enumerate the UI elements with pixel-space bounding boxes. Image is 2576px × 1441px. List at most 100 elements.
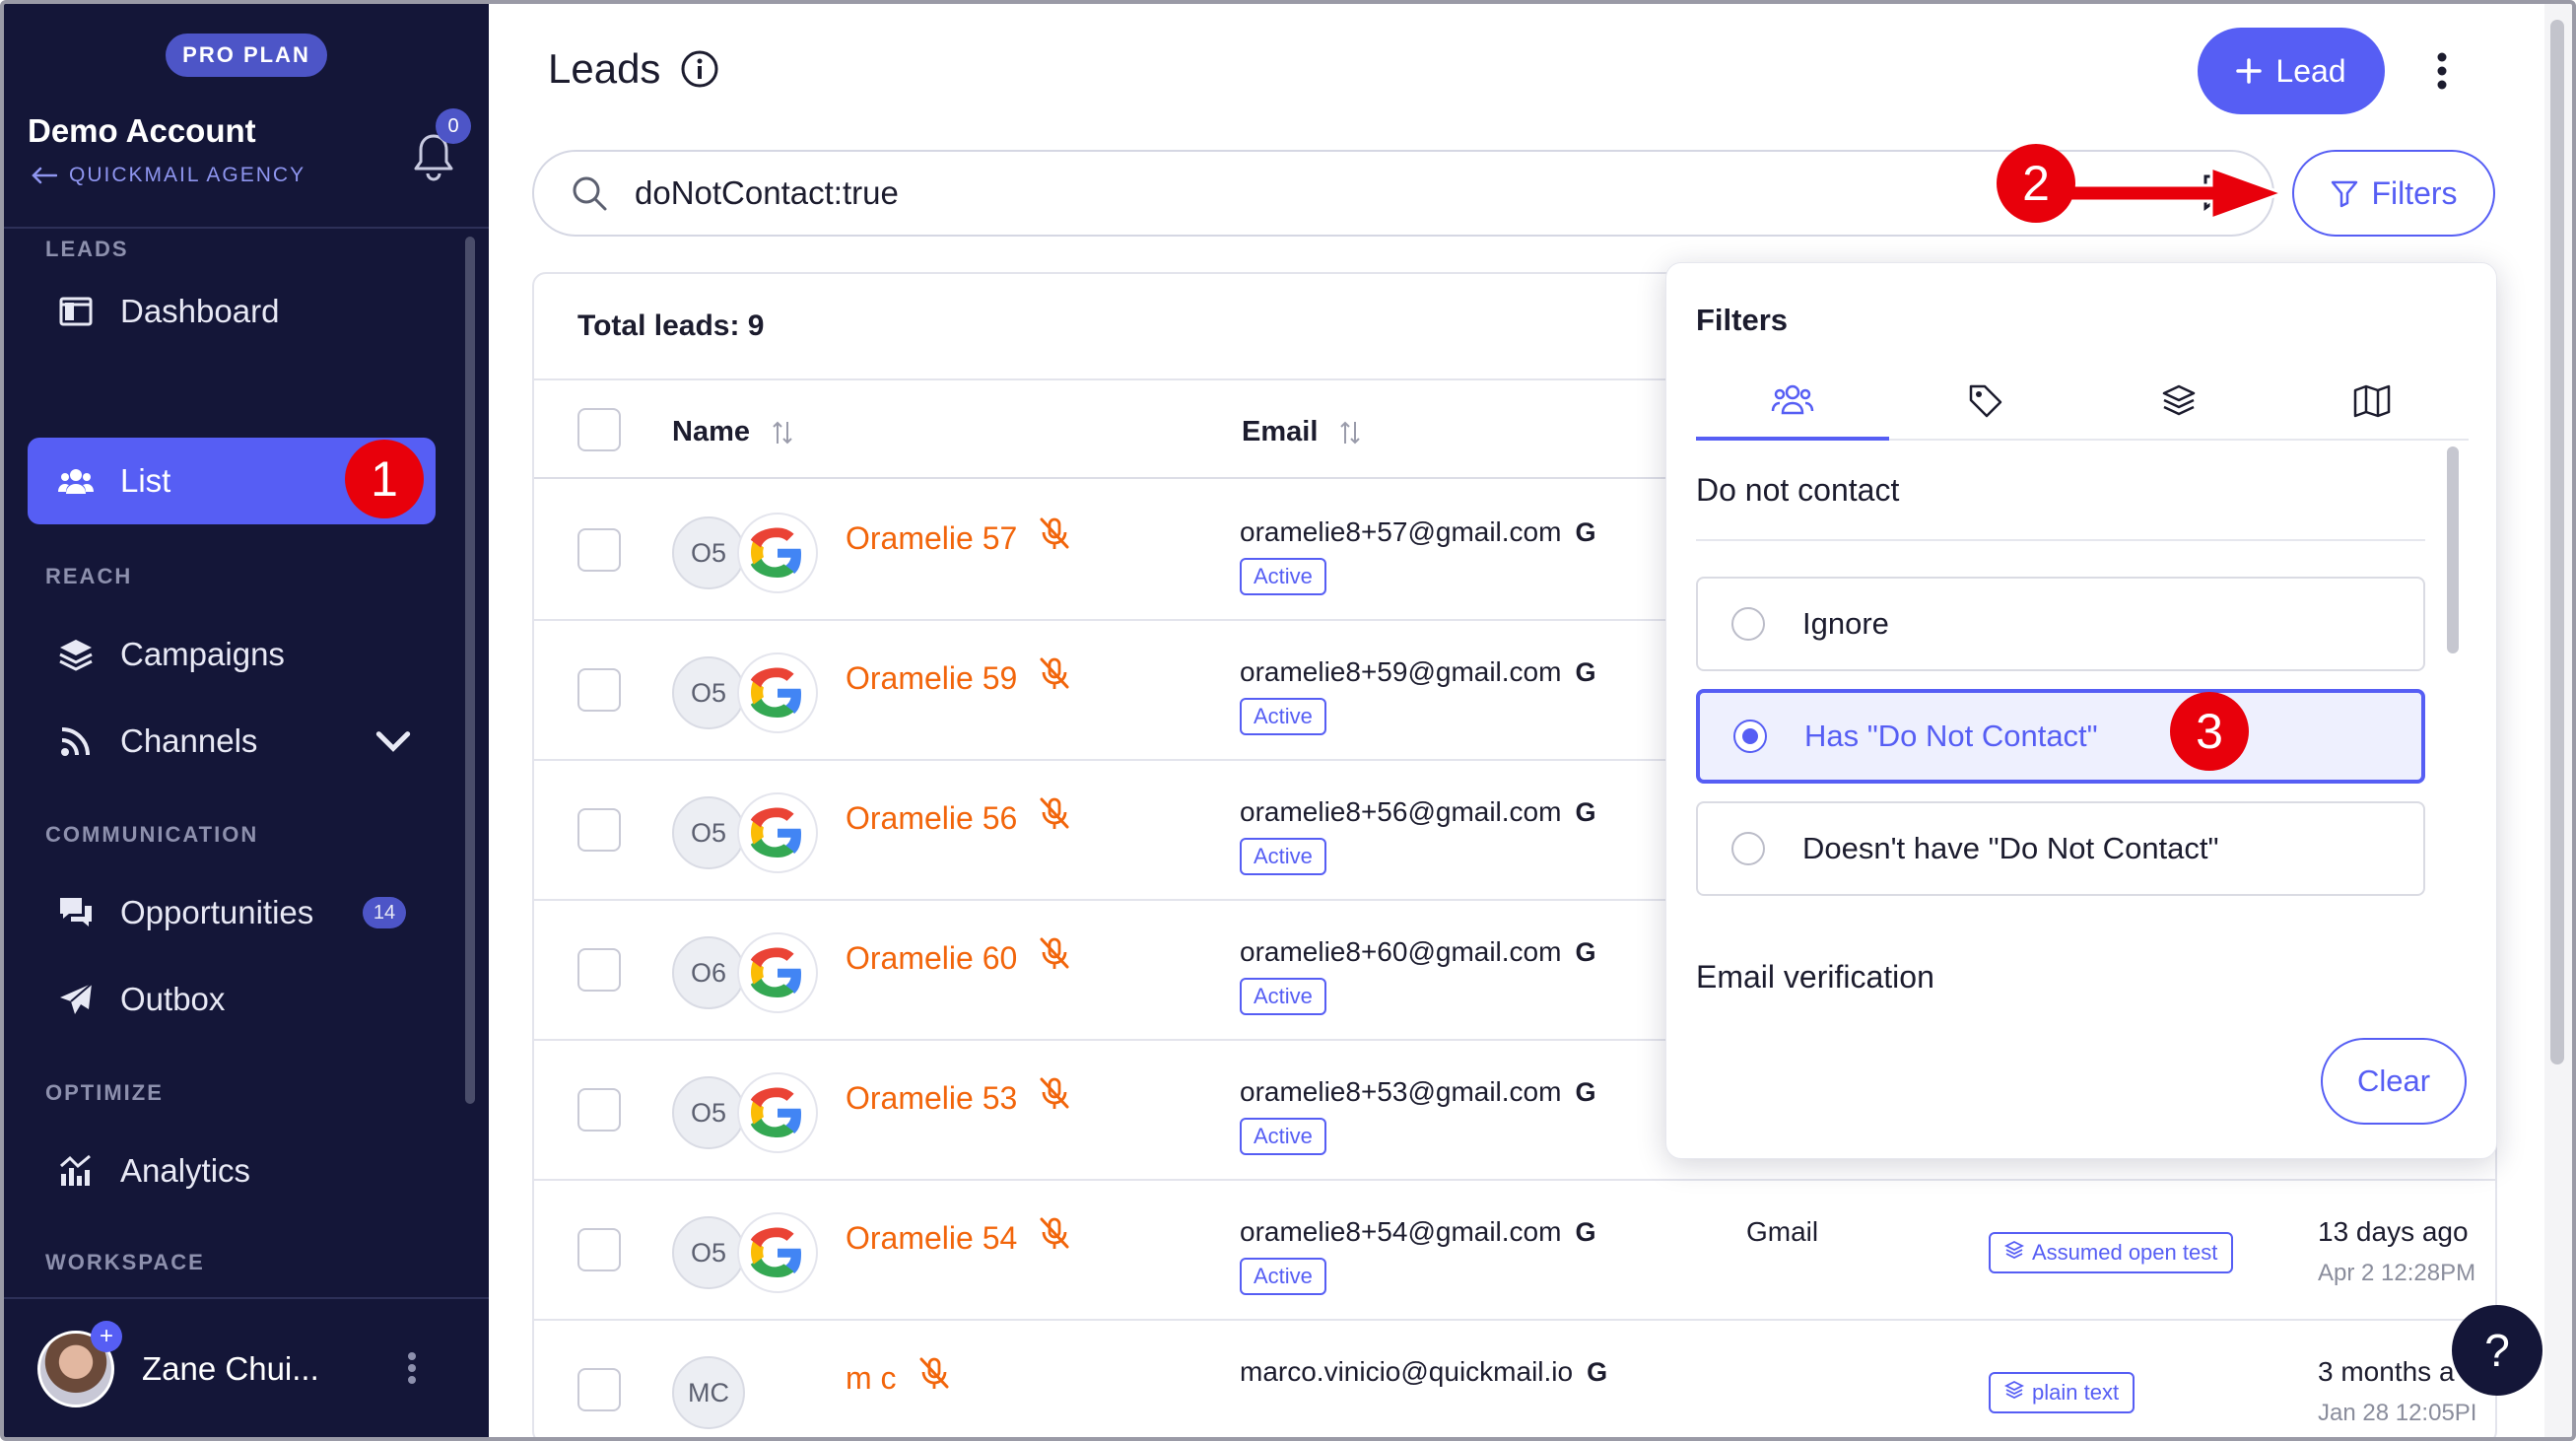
google-provider-icon: G — [1575, 516, 1596, 547]
section-optimize: OPTIMIZE — [45, 1080, 164, 1105]
tag-badge[interactable]: Assumed open test — [1989, 1232, 2234, 1273]
lead-name-link[interactable]: Oramelie 54 — [846, 1216, 1070, 1260]
chevron-down-icon[interactable] — [374, 722, 412, 760]
sidebar-item-analytics[interactable]: Analytics — [28, 1128, 436, 1214]
section-communication: COMMUNICATION — [45, 822, 259, 847]
lead-name-link[interactable]: Oramelie 56 — [846, 796, 1070, 840]
row-checkbox[interactable] — [577, 1368, 621, 1411]
lead-name-link[interactable]: Oramelie 59 — [846, 656, 1070, 700]
lead-name-link[interactable]: Oramelie 53 — [846, 1076, 1070, 1120]
sidebar-item-dashboard[interactable]: Dashboard — [28, 268, 436, 355]
info-icon[interactable] — [680, 49, 719, 89]
google-provider-icon: G — [1575, 936, 1596, 967]
filter-tabs — [1696, 362, 2469, 441]
lead-name-link[interactable]: m c — [846, 1356, 950, 1400]
annotation-marker-3: 3 — [2170, 692, 2249, 771]
layers-icon — [2003, 1380, 2025, 1406]
sort-icon[interactable] — [772, 420, 793, 446]
plus-icon[interactable]: + — [91, 1321, 122, 1352]
sidebar-scrollbar[interactable] — [465, 237, 475, 1104]
agency-label: QUICKMAIL AGENCY — [69, 164, 306, 186]
more-options-icon[interactable] — [2436, 51, 2448, 91]
radio-doesnt-have-do-not-contact[interactable] — [1731, 832, 1765, 865]
users-icon — [58, 469, 94, 494]
sidebar-item-opportunities[interactable]: Opportunities 14 — [28, 869, 436, 956]
option-ignore[interactable]: Ignore — [1696, 577, 2425, 671]
filter-icon — [2332, 180, 2358, 208]
lead-avatar: O6 — [672, 936, 745, 1009]
sidebar-item-label: Campaigns — [120, 636, 285, 672]
row-checkbox[interactable] — [577, 528, 621, 572]
paper-plane-icon — [60, 983, 93, 1014]
muted-microphone-icon — [1039, 656, 1070, 700]
lead-name-link[interactable]: Oramelie 57 — [846, 516, 1070, 560]
option-has-do-not-contact[interactable]: Has "Do Not Contact" — [1696, 689, 2425, 784]
google-logo-icon — [737, 513, 818, 593]
row-checkbox[interactable] — [577, 808, 621, 852]
select-all-checkbox[interactable] — [577, 408, 621, 451]
radio-ignore[interactable] — [1731, 607, 1765, 641]
row-checkbox[interactable] — [577, 668, 621, 712]
row-checkbox[interactable] — [577, 1088, 621, 1132]
page-scrollbar[interactable] — [2550, 20, 2564, 1064]
section-leads: LEADS — [45, 237, 129, 261]
tag-label: plain text — [2032, 1380, 2120, 1405]
column-email[interactable]: Email — [1242, 416, 1361, 448]
kebab-menu-icon[interactable] — [406, 1350, 418, 1386]
sidebar: PRO PLAN Demo Account QUICKMAIL AGENCY 0… — [4, 4, 489, 1437]
column-email-label: Email — [1242, 416, 1319, 447]
google-logo-icon — [737, 932, 818, 1013]
sort-icon[interactable] — [1339, 420, 1361, 446]
google-provider-icon: G — [1575, 1216, 1596, 1247]
last-activity-date: Jan 28 12:05PI — [2318, 1400, 2477, 1426]
filters-button[interactable]: Filters — [2292, 150, 2495, 237]
opportunities-count-badge: 14 — [363, 897, 406, 928]
layers-icon — [59, 640, 93, 671]
row-checkbox[interactable] — [577, 1228, 621, 1271]
page-title-text: Leads — [548, 45, 661, 92]
row-checkbox[interactable] — [577, 948, 621, 992]
agency-link[interactable]: QUICKMAIL AGENCY — [32, 164, 305, 187]
total-leads: Total leads: 9 — [577, 309, 765, 342]
sidebar-item-outbox[interactable]: Outbox — [28, 956, 436, 1043]
tab-tags[interactable] — [1889, 362, 2082, 441]
tab-map[interactable] — [2275, 362, 2469, 441]
muted-microphone-icon — [1039, 936, 1070, 980]
analytics-icon — [60, 1154, 91, 1186]
add-lead-button[interactable]: Lead — [2198, 28, 2385, 114]
option-label: Doesn't have "Do Not Contact" — [1802, 831, 2219, 865]
table-row[interactable]: MC m c marco.vinicio@quickmail.io Gplain te… — [534, 1321, 2495, 1441]
google-provider-icon: G — [1575, 656, 1596, 687]
radio-has-do-not-contact[interactable] — [1733, 720, 1767, 753]
tag-label: Assumed open test — [2032, 1240, 2218, 1265]
sidebar-item-campaigns[interactable]: Campaigns — [28, 611, 436, 698]
column-name[interactable]: Name — [672, 416, 793, 448]
sidebar-item-label: List — [120, 462, 171, 499]
lead-name: Oramelie 53 — [846, 1079, 1018, 1116]
option-label: Ignore — [1802, 606, 1889, 641]
help-button[interactable]: ? — [2452, 1305, 2542, 1396]
status-badge: Active — [1240, 558, 1326, 595]
tab-people[interactable] — [1696, 362, 1889, 441]
lead-avatar: O5 — [672, 656, 745, 729]
lead-avatar: O5 — [672, 796, 745, 869]
google-logo-icon — [737, 652, 818, 733]
filters-scrollbar[interactable] — [2447, 446, 2459, 653]
clear-button[interactable]: Clear — [2321, 1038, 2467, 1125]
section-workspace: WORKSPACE — [45, 1250, 205, 1274]
sidebar-item-label: Opportunities — [120, 894, 314, 930]
email-text: oramelie8+53@gmail.com — [1240, 1076, 1562, 1107]
user-menu[interactable]: + Zane Chui... — [4, 1297, 489, 1437]
google-provider-icon: G — [1587, 1356, 1608, 1387]
rss-icon — [61, 727, 90, 756]
table-row[interactable]: O5 Oramelie 54 oramelie8+54@gmail.com G Acti… — [534, 1181, 2495, 1321]
muted-microphone-icon — [1039, 1216, 1070, 1260]
account-name[interactable]: Demo Account — [28, 112, 256, 150]
tab-campaigns[interactable] — [2082, 362, 2275, 441]
group-email-verification: Email verification — [1696, 959, 1934, 995]
lead-name-link[interactable]: Oramelie 60 — [846, 936, 1070, 980]
tag-badge[interactable]: plain text — [1989, 1372, 2135, 1413]
sidebar-item-channels[interactable]: Channels — [28, 698, 436, 785]
account-header: PRO PLAN Demo Account QUICKMAIL AGENCY 0 — [4, 4, 489, 229]
option-doesnt-have-do-not-contact[interactable]: Doesn't have "Do Not Contact" — [1696, 801, 2425, 896]
